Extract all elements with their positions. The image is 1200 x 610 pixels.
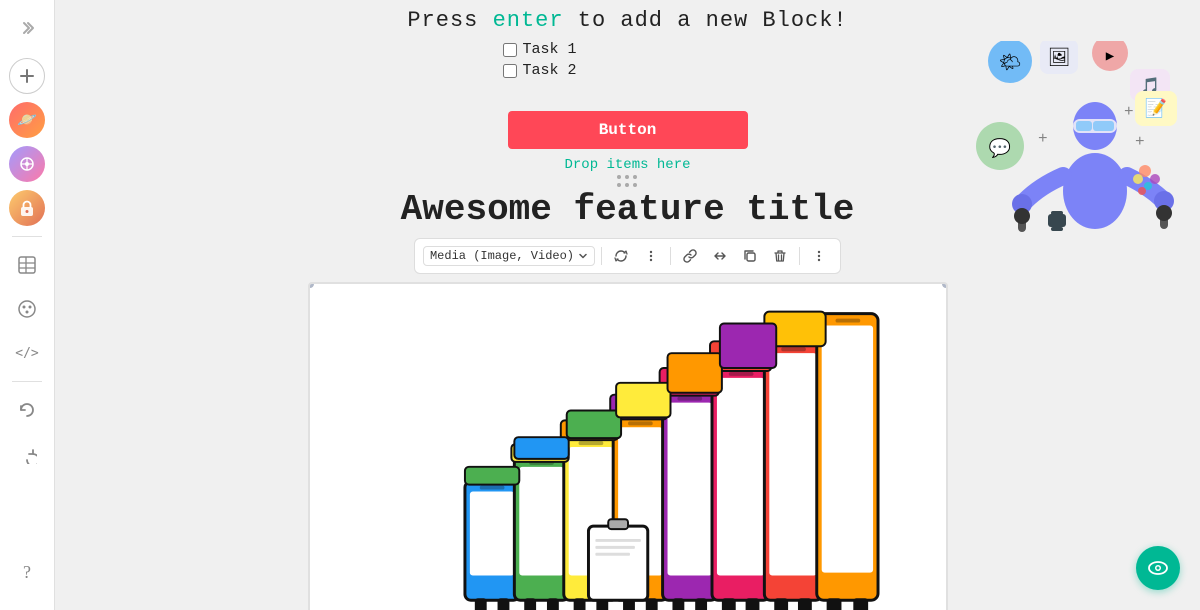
sidebar-bottom: ? bbox=[9, 554, 45, 600]
divider-1 bbox=[12, 236, 42, 237]
kebab-menu-icon[interactable] bbox=[806, 243, 832, 269]
toolbar-divider-3 bbox=[799, 247, 800, 265]
task-item-1: Task 1 bbox=[503, 41, 753, 58]
block-toolbar: Media (Image, Video) bbox=[414, 238, 841, 274]
delete-icon[interactable] bbox=[767, 243, 793, 269]
svg-text:+: + bbox=[1135, 133, 1145, 151]
lock-icon[interactable] bbox=[9, 190, 45, 226]
media-type-label: Media (Image, Video) bbox=[430, 249, 574, 263]
expand-icon[interactable] bbox=[9, 10, 45, 46]
canvas-area: 🌤 🖼 ▶ 🎵 💬 bbox=[55, 41, 1200, 610]
task-2-label: Task 2 bbox=[523, 62, 577, 79]
svg-text:🖼: 🖼 bbox=[1048, 48, 1071, 69]
feature-section: Awesome feature title Media (Image, Vide… bbox=[308, 189, 948, 610]
enter-key-highlight: enter bbox=[493, 8, 564, 33]
sidebar-top: 🪐 bbox=[9, 10, 45, 546]
resize-icon[interactable] bbox=[707, 243, 733, 269]
drag-dot bbox=[625, 183, 629, 187]
drop-zone-text[interactable]: Drop items here bbox=[564, 157, 690, 173]
svg-text:🎵: 🎵 bbox=[1140, 77, 1160, 96]
main-canvas: Press enter to add a new Block! 🌤 🖼 ▶ 🎵 bbox=[55, 0, 1200, 610]
instruction-prefix: Press bbox=[407, 8, 492, 33]
media-type-select[interactable]: Media (Image, Video) bbox=[423, 246, 595, 266]
feature-title: Awesome feature title bbox=[308, 189, 948, 230]
svg-text:💬: 💬 bbox=[989, 137, 1011, 160]
link-icon[interactable] bbox=[677, 243, 703, 269]
3d-illustration: 🌤 🖼 ▶ 🎵 💬 bbox=[950, 41, 1190, 331]
palette-icon[interactable] bbox=[9, 291, 45, 327]
drag-dot bbox=[617, 183, 621, 187]
table-icon[interactable] bbox=[9, 247, 45, 283]
toolbar-divider-1 bbox=[601, 247, 602, 265]
copy-icon[interactable] bbox=[737, 243, 763, 269]
sidebar: 🪐 bbox=[0, 0, 55, 610]
code-icon[interactable]: </> bbox=[9, 335, 45, 371]
drag-dot bbox=[633, 183, 637, 187]
task-1-label: Task 1 bbox=[523, 41, 577, 58]
drag-dot bbox=[617, 175, 621, 179]
svg-text:▶: ▶ bbox=[1106, 49, 1115, 65]
convert-icon[interactable] bbox=[608, 243, 634, 269]
redo-icon[interactable] bbox=[9, 436, 45, 472]
drag-dot bbox=[625, 175, 629, 179]
add-block-button[interactable] bbox=[9, 58, 45, 94]
undo-icon[interactable] bbox=[9, 392, 45, 428]
svg-text:+: + bbox=[1038, 130, 1048, 148]
chevron-down-icon bbox=[578, 251, 588, 261]
svg-text:+: + bbox=[1124, 103, 1134, 121]
svg-text:🌤: 🌤 bbox=[999, 53, 1022, 74]
canvas-button[interactable]: Button bbox=[508, 111, 748, 149]
drag-dot bbox=[633, 175, 637, 179]
task-item-2: Task 2 bbox=[503, 62, 753, 79]
instruction-suffix: to add a new Block! bbox=[564, 8, 848, 33]
divider-2 bbox=[12, 381, 42, 382]
preview-eye-button[interactable] bbox=[1136, 546, 1180, 590]
grid-special-icon[interactable] bbox=[9, 146, 45, 182]
planet-icon[interactable]: 🪐 bbox=[9, 102, 45, 138]
corner-dot-tr bbox=[942, 282, 948, 288]
svg-text:📝: 📝 bbox=[1145, 97, 1167, 120]
task-1-checkbox[interactable] bbox=[503, 43, 517, 57]
instruction-bar: Press enter to add a new Block! bbox=[55, 0, 1200, 41]
media-block bbox=[308, 282, 948, 610]
phones-illustration bbox=[310, 284, 946, 610]
help-button[interactable]: ? bbox=[9, 554, 45, 590]
drag-handle[interactable] bbox=[617, 175, 639, 189]
task-list: Task 1 Task 2 bbox=[503, 41, 753, 83]
toolbar-divider-2 bbox=[670, 247, 671, 265]
task-2-checkbox[interactable] bbox=[503, 64, 517, 78]
more-options-icon[interactable] bbox=[638, 243, 664, 269]
